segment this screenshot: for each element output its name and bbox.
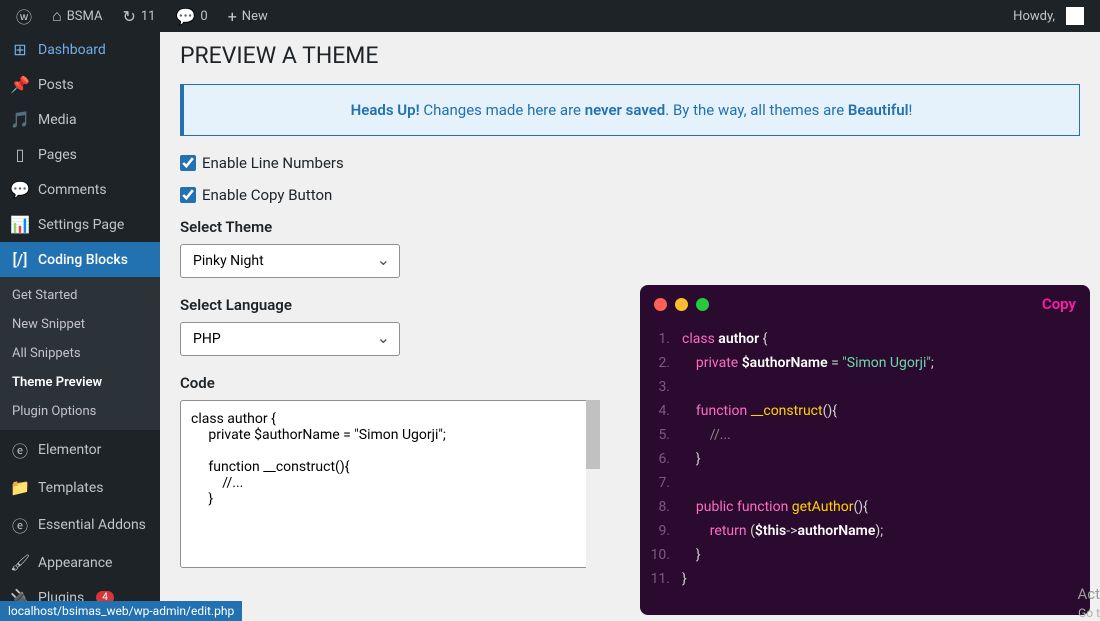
- refresh-icon: ↻: [122, 7, 135, 26]
- sidebar-posts[interactable]: 📌Posts: [0, 67, 160, 102]
- dot-green: [696, 298, 709, 311]
- language-select-wrap: PHP: [180, 322, 400, 356]
- pin-icon: 📌: [10, 75, 30, 94]
- enable-line-numbers-label: Enable Line Numbers: [202, 154, 344, 172]
- updates-link[interactable]: ↻11: [114, 0, 163, 32]
- enable-line-numbers-checkbox[interactable]: [180, 155, 196, 171]
- home-icon: ⌂: [52, 6, 62, 26]
- wordpress-logo[interactable]: ⓦ: [8, 0, 40, 32]
- code-textarea[interactable]: class author { private $authorName = "Si…: [180, 400, 600, 568]
- status-bar-url: localhost/bsimas_web/wp-admin/edit.php: [0, 601, 242, 621]
- plus-icon: +: [228, 7, 237, 26]
- theme-select[interactable]: Pinky Night: [180, 244, 400, 278]
- submenu-theme-preview[interactable]: Theme Preview: [0, 368, 160, 397]
- new-link[interactable]: +New: [220, 0, 276, 32]
- preview-code: 1.class author { 2. private $authorName …: [640, 323, 1090, 595]
- theme-select-wrap: Pinky Night: [180, 244, 400, 278]
- scrollbar-thumb[interactable]: [586, 400, 600, 469]
- dot-red: [654, 298, 667, 311]
- window-dots: [654, 298, 709, 311]
- enable-line-numbers-row[interactable]: Enable Line Numbers: [180, 154, 1080, 172]
- language-select[interactable]: PHP: [180, 322, 400, 356]
- enable-copy-button-label: Enable Copy Button: [202, 186, 332, 204]
- notice-heads-up: Heads Up!: [351, 101, 420, 119]
- templates-icon: 📁: [10, 478, 30, 497]
- submenu-get-started[interactable]: Get Started: [0, 281, 160, 310]
- sidebar-templates[interactable]: 📁Templates: [0, 470, 160, 505]
- sidebar-submenu: Get Started New Snippet All Snippets The…: [0, 277, 160, 430]
- chart-icon: 📊: [10, 215, 30, 234]
- sidebar-coding-blocks[interactable]: [/]Coding Blocks: [0, 242, 160, 277]
- sidebar-settings-page[interactable]: 📊Settings Page: [0, 207, 160, 242]
- sidebar-comments[interactable]: 💬Comments: [0, 172, 160, 207]
- submenu-all-snippets[interactable]: All Snippets: [0, 339, 160, 368]
- watermark-goto: Go t: [1078, 606, 1100, 620]
- sidebar-essential-addons[interactable]: ⓔEssential Addons: [0, 505, 160, 545]
- sidebar-dashboard[interactable]: ⊞Dashboard: [0, 32, 160, 67]
- submenu-new-snippet[interactable]: New Snippet: [0, 310, 160, 339]
- avatar: [1066, 7, 1084, 25]
- notice-beautiful: Beautiful: [848, 101, 909, 119]
- enable-copy-button-checkbox[interactable]: [180, 187, 196, 203]
- sidebar-media[interactable]: 🎵Media: [0, 102, 160, 137]
- site-link[interactable]: ⌂BSMA: [44, 0, 110, 32]
- code-area: class author { private $authorName = "Si…: [180, 400, 600, 572]
- select-theme-label: Select Theme: [180, 218, 1080, 236]
- page-title: PREVIEW A THEME: [180, 42, 1080, 69]
- submenu-plugin-options[interactable]: Plugin Options: [0, 397, 160, 426]
- comments-link[interactable]: 💬0: [167, 0, 215, 32]
- notice-never-saved: never saved: [585, 101, 666, 119]
- sidebar-pages[interactable]: ▯Pages: [0, 137, 160, 172]
- brush-icon: 🖌: [10, 553, 30, 572]
- notice-box: Heads Up! Changes made here are never sa…: [180, 84, 1080, 136]
- code-icon: [/]: [10, 250, 30, 269]
- addons-icon: ⓔ: [10, 513, 30, 537]
- sidebar-elementor[interactable]: ⓔElementor: [0, 430, 160, 470]
- dot-yellow: [675, 298, 688, 311]
- howdy-account[interactable]: Howdy,: [1005, 0, 1092, 32]
- dashboard-icon: ⊞: [10, 40, 30, 59]
- admin-sidebar: ⊞Dashboard 📌Posts 🎵Media ▯Pages 💬Comment…: [0, 32, 160, 621]
- topbar-right: Howdy,: [1005, 0, 1092, 32]
- code-preview-window: Copy 1.class author { 2. private $author…: [640, 285, 1090, 615]
- media-icon: 🎵: [10, 110, 30, 129]
- elementor-icon: ⓔ: [10, 438, 30, 462]
- watermark-activate: Act: [1077, 585, 1100, 603]
- topbar-left: ⓦ ⌂BSMA ↻11 💬0 +New: [8, 0, 276, 32]
- comment-icon: 💬: [10, 180, 30, 199]
- textarea-scrollbar[interactable]: [586, 400, 600, 572]
- comment-icon: 💬: [175, 7, 195, 26]
- admin-topbar: ⓦ ⌂BSMA ↻11 💬0 +New Howdy,: [0, 0, 1100, 32]
- copy-button[interactable]: Copy: [1042, 295, 1076, 313]
- enable-copy-button-row[interactable]: Enable Copy Button: [180, 186, 1080, 204]
- page-icon: ▯: [10, 145, 30, 164]
- sidebar-appearance[interactable]: 🖌Appearance: [0, 545, 160, 580]
- preview-header: Copy: [640, 285, 1090, 323]
